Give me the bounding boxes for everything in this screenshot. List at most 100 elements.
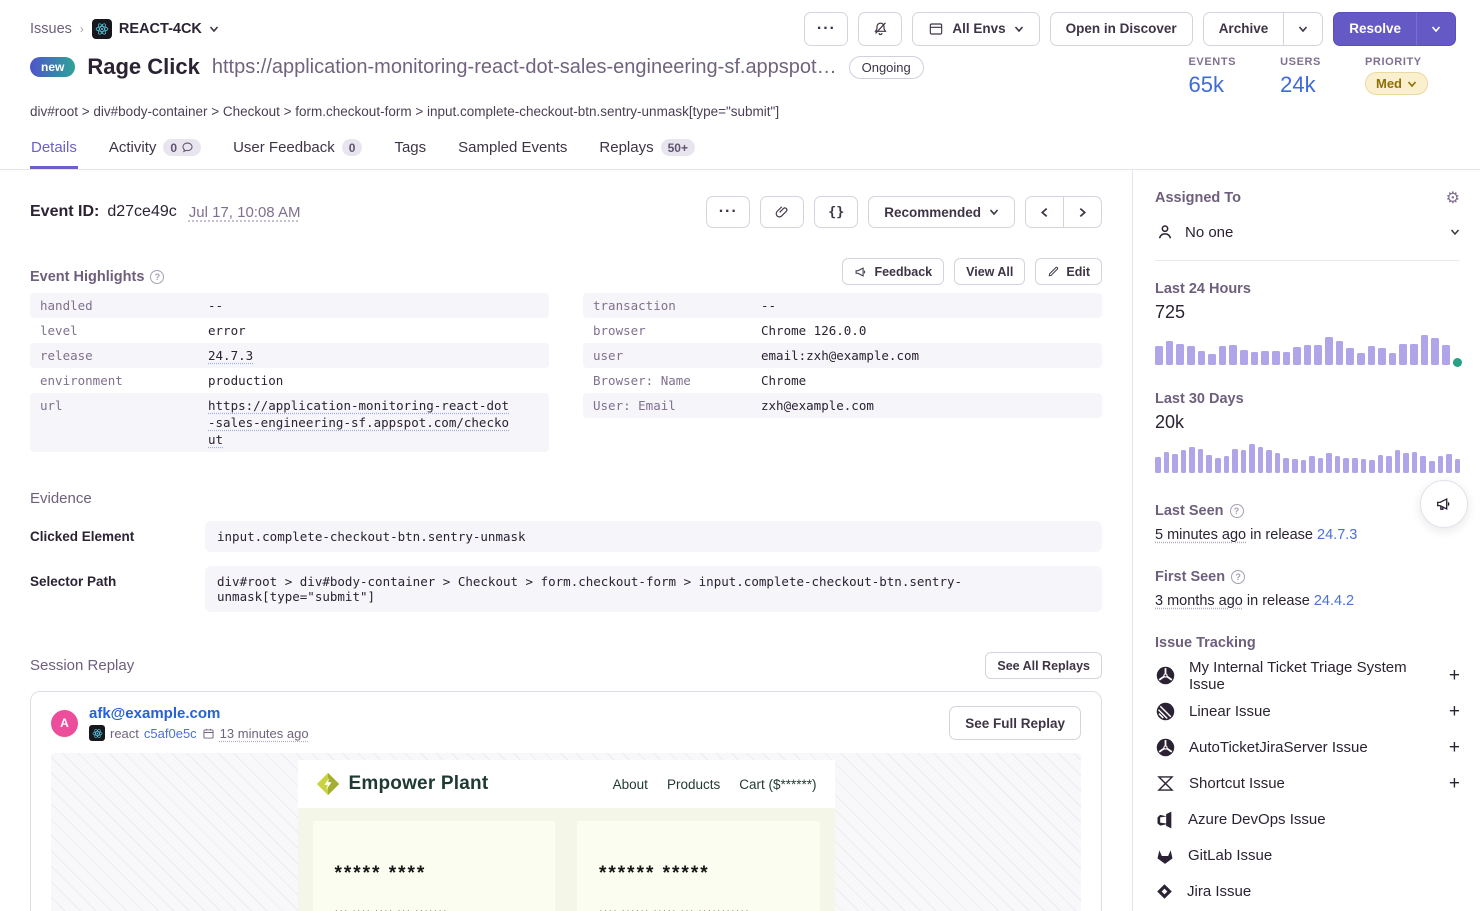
ellipsis-icon: ··· (817, 20, 836, 38)
add-issue-link-button[interactable]: + (1449, 666, 1460, 685)
selector-path-value: div#root > div#body-container > Checkout… (205, 566, 1102, 612)
assigned-to-title: Assigned To (1155, 190, 1241, 206)
site-nav: About Products Cart ($******) (613, 777, 817, 792)
archive-button-group: Archive (1203, 12, 1324, 46)
sidebar: Assigned To ⚙ No one Last 24 Hours 725 L… (1133, 170, 1480, 911)
add-issue-link-button[interactable]: + (1449, 702, 1460, 721)
users-count[interactable]: 24k (1280, 72, 1321, 98)
events-stat: EVENTS 65k (1188, 56, 1236, 98)
event-sort-label: Recommended (884, 205, 981, 220)
highlight-row: release24.7.3 (30, 343, 549, 368)
last-seen-release-link[interactable]: 24.7.3 (1317, 527, 1357, 543)
chevron-down-icon (1407, 79, 1417, 89)
replay-project-name: react (110, 726, 139, 741)
replay-user-link[interactable]: afk@example.com (89, 705, 309, 722)
replays-count-badge: 50+ (661, 139, 695, 156)
replay-release-link[interactable]: c5af0e5c (144, 726, 197, 741)
issue-tracking-label[interactable]: My Internal Ticket Triage System Issue (1189, 659, 1436, 693)
more-actions-button[interactable]: ··· (804, 12, 848, 46)
issue-tracking-label[interactable]: Linear Issue (1189, 703, 1436, 720)
event-id-label: Event ID: (30, 203, 99, 221)
issue-tracking-item: Linear Issue + (1155, 700, 1460, 723)
user-feedback-count-badge: 0 (342, 139, 363, 156)
event-more-button[interactable]: ··· (706, 196, 750, 228)
replay-timestamp[interactable]: 13 minutes ago (220, 726, 309, 741)
tab-activity[interactable]: Activity 0 (108, 131, 202, 169)
tab-tags[interactable]: Tags (393, 131, 427, 169)
tab-details[interactable]: Details (30, 131, 78, 169)
previous-event-button[interactable] (1025, 196, 1064, 228)
next-event-button[interactable] (1063, 196, 1102, 228)
issue-tracking-item: Azure DevOps Issue (1155, 808, 1460, 831)
gear-icon[interactable]: ⚙ (1446, 188, 1460, 208)
status-badge[interactable]: Ongoing (849, 56, 924, 79)
comment-bubble-icon (181, 141, 194, 154)
floating-feedback-button[interactable] (1420, 480, 1468, 528)
help-icon[interactable]: ? (1230, 504, 1244, 518)
last-24-hours-chart[interactable] (1155, 333, 1460, 365)
project-selector[interactable]: REACT-4CK (92, 19, 219, 39)
issue-tracking-item: My Internal Ticket Triage System Issue + (1155, 664, 1460, 687)
evidence-title: Evidence (30, 490, 1102, 507)
last-30-days-chart[interactable] (1155, 443, 1460, 473)
first-seen-release-link[interactable]: 24.4.2 (1314, 593, 1354, 609)
last-24-hours-title: Last 24 Hours (1155, 281, 1460, 297)
chevron-left-icon (1039, 207, 1050, 218)
archive-button[interactable]: Archive (1203, 12, 1285, 46)
mute-alerts-button[interactable] (858, 12, 902, 46)
priority-label: PRIORITY (1365, 56, 1428, 68)
resolve-button[interactable]: Resolve (1333, 12, 1417, 46)
event-timestamp[interactable]: Jul 17, 10:08 AM (189, 204, 301, 221)
add-issue-link-button[interactable]: + (1449, 774, 1460, 793)
site-nav-about: About (613, 777, 648, 792)
clicked-element-row: Clicked Element input.complete-checkout-… (30, 521, 1102, 552)
highlights-table-right: transaction-- browserChrome 126.0.0 user… (583, 293, 1102, 452)
issue-tracking-label[interactable]: GitLab Issue (1188, 847, 1460, 864)
react-project-icon (92, 19, 112, 39)
view-all-button[interactable]: View All (954, 258, 1025, 285)
assignee-selector[interactable]: No one (1155, 222, 1460, 261)
issue-tracking-label[interactable]: Azure DevOps Issue (1188, 811, 1460, 828)
url-link[interactable]: https://application-monitoring-react-dot… (208, 397, 513, 448)
issue-tracking-label[interactable]: Jira Issue (1187, 883, 1460, 900)
new-badge: new (30, 57, 75, 77)
last-seen-time[interactable]: 5 minutes ago (1155, 527, 1246, 543)
replay-preview[interactable]: Empower Plant About Products Cart ($****… (51, 753, 1081, 911)
chevron-down-icon (989, 207, 999, 217)
archive-dropdown-button[interactable] (1283, 12, 1323, 46)
help-icon[interactable]: ? (1231, 570, 1245, 584)
attachments-button[interactable] (760, 196, 804, 228)
react-project-icon (89, 725, 105, 741)
breadcrumb-issues-link[interactable]: Issues (30, 21, 72, 37)
resolve-dropdown-button[interactable] (1416, 12, 1456, 46)
replay-card: A afk@example.com react c5af0e5c (30, 691, 1102, 911)
issue-tracking-label[interactable]: Shortcut Issue (1189, 775, 1436, 792)
release-link[interactable]: 24.7.3 (208, 347, 253, 364)
feedback-button[interactable]: Feedback (842, 258, 944, 285)
megaphone-icon (1435, 495, 1453, 513)
see-full-replay-button[interactable]: See Full Replay (949, 706, 1081, 740)
priority-selector[interactable]: Med (1365, 72, 1428, 95)
edit-button[interactable]: Edit (1035, 258, 1102, 285)
open-in-discover-button[interactable]: Open in Discover (1050, 12, 1193, 46)
issue-details-page: Issues › REACT-4CK ··· (0, 0, 1480, 911)
bell-slash-icon (872, 20, 889, 37)
live-indicator-dot (1453, 358, 1462, 367)
tab-replays[interactable]: Replays 50+ (598, 131, 696, 169)
event-sort-selector[interactable]: Recommended (868, 196, 1015, 228)
assignee-name: No one (1185, 224, 1440, 241)
highlight-row: urlhttps://application-monitoring-react-… (30, 393, 549, 452)
highlight-row: Browser: NameChrome (583, 368, 1102, 393)
replayed-site: Empower Plant About Products Cart ($****… (298, 760, 835, 911)
add-issue-link-button[interactable]: + (1449, 738, 1460, 757)
issue-tracking-label[interactable]: AutoTicketJiraServer Issue (1189, 739, 1436, 756)
help-icon[interactable]: ? (150, 270, 164, 284)
events-count[interactable]: 65k (1188, 72, 1236, 98)
environment-filter-button[interactable]: All Envs (912, 12, 1039, 46)
see-all-replays-button[interactable]: See All Replays (985, 652, 1102, 679)
json-button[interactable]: {} (814, 196, 858, 228)
first-seen-time[interactable]: 3 months ago (1155, 593, 1243, 609)
tab-user-feedback[interactable]: User Feedback 0 (232, 131, 363, 169)
person-icon (1155, 222, 1175, 242)
tab-sampled-events[interactable]: Sampled Events (457, 131, 568, 169)
